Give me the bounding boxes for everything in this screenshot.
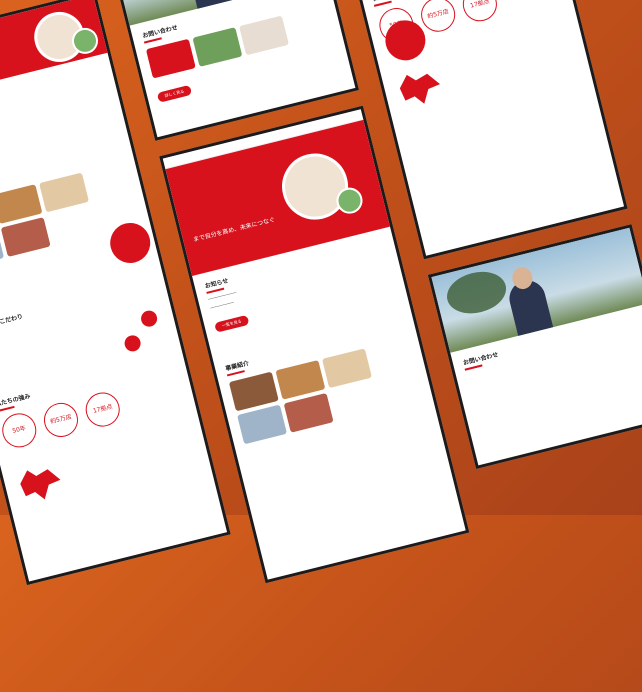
strength-section: 私たちの強み 50年 約5万店 17拠点 — [360, 0, 591, 122]
hero-photo-bubble — [275, 146, 356, 227]
news-item[interactable]: ────────── — [210, 261, 390, 311]
business-photo[interactable] — [275, 359, 326, 400]
stat-row: 50年 約5万店 17拠点 — [0, 373, 185, 451]
stat-circle: 50年 — [0, 409, 40, 451]
mockup-collage: まで自分を高め、未来につなぐ お知らせ ──────────── ───────… — [0, 0, 642, 692]
business-photo[interactable] — [321, 348, 372, 389]
commitment-section: 私たちのこだわり — [0, 268, 168, 345]
decor-circle — [139, 308, 159, 329]
hokkaido-map — [12, 458, 70, 507]
mockup-column-left: まで自分を高め、未来につなぐ お知らせ ──────────── ───────… — [0, 0, 231, 586]
section-title: 私たちのこだわり — [0, 313, 24, 332]
business-photo-grid — [228, 338, 423, 445]
business-photo[interactable] — [228, 371, 279, 412]
stat-circle: 約5万店 — [417, 0, 459, 36]
business-photo[interactable] — [283, 392, 334, 433]
hero-tagline: まで自分を高め、未来につなぐ — [192, 216, 276, 244]
stat-circle: 約5万店 — [40, 399, 82, 441]
stat-circle: 17拠点 — [459, 0, 501, 25]
contact-card[interactable] — [239, 15, 289, 56]
page-mockup: お問い合わせ — [427, 224, 642, 469]
detail-button[interactable]: 詳しく見る — [156, 84, 193, 103]
tree-shape — [442, 265, 511, 320]
strength-section: 私たちの強み 50年 約5万店 17拠点 — [0, 345, 211, 518]
business-photo[interactable] — [0, 217, 51, 257]
stat-circle: 17拠点 — [82, 388, 124, 431]
business-photo[interactable] — [39, 172, 90, 213]
title-underline — [0, 405, 15, 413]
contact-section: お問い合わせ 詳しく見る — [130, 0, 350, 113]
more-button[interactable]: 一覧を見る — [214, 314, 250, 333]
hokkaido-map — [391, 63, 449, 112]
decor-circle — [122, 333, 143, 354]
contact-card[interactable] — [145, 38, 196, 79]
contact-card[interactable] — [192, 27, 243, 67]
business-photo[interactable] — [237, 404, 288, 445]
